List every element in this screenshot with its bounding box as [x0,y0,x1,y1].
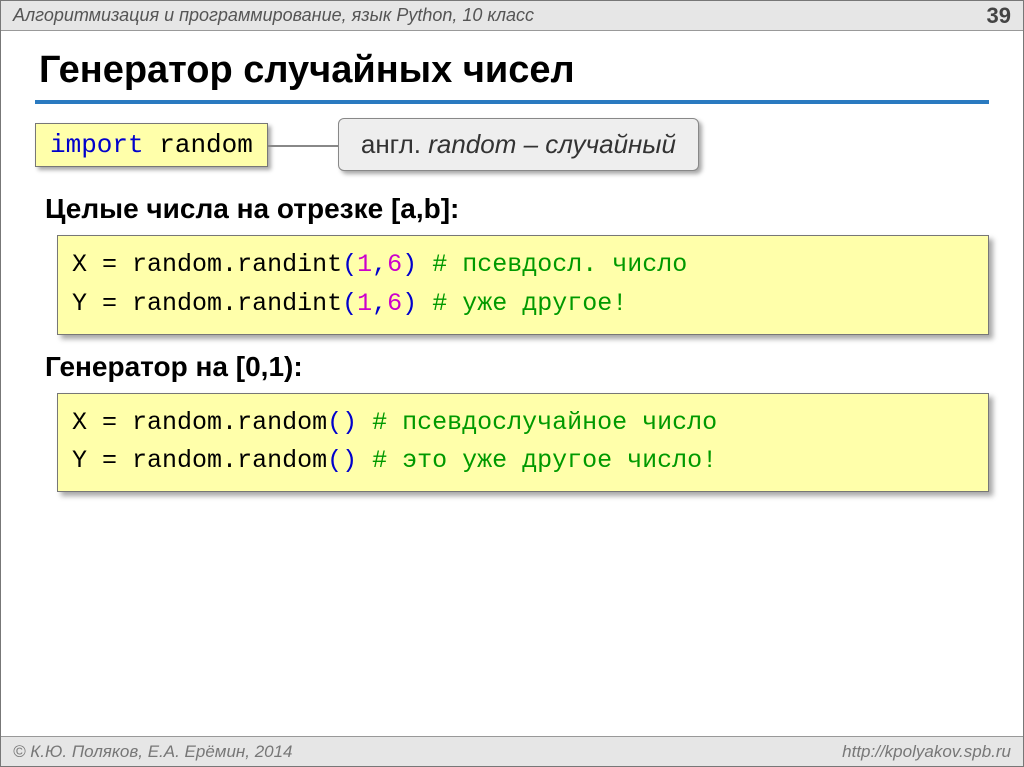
token: Y [72,446,87,475]
page-number: 39 [987,3,1011,29]
token: random [132,250,222,279]
token: . [222,289,237,318]
token: random [132,289,222,318]
token: () [327,446,357,475]
code1-line1: X = random.randint(1,6) # псевдосл. числ… [72,246,974,285]
content: Генератор случайных чисел import random … [1,31,1023,492]
comment: # псевдослучайное число [372,408,717,437]
token: randint [237,289,342,318]
token: () [327,408,357,437]
callout-random: англ. random – случайный [338,118,699,171]
import-code-box: import random [35,123,268,167]
callout-word: random [428,129,516,159]
connector [268,123,338,167]
doc-title: Алгоритмизация и программирование, язык … [13,5,534,26]
footer-left: © К.Ю. Поляков, Е.А. Ерёмин, 2014 [13,742,293,762]
token: 6 [387,289,402,318]
section-1-head: Целые числа на отрезке [a,b]: [45,193,989,225]
code2-line1: X = random.random() # псевдослучайное чи… [72,404,974,443]
token: = [87,446,132,475]
token: X [72,408,87,437]
token: , [372,250,387,279]
token: random [237,446,327,475]
import-row: import random англ. random – случайный [35,118,989,171]
token: Y [72,289,87,318]
slide: Алгоритмизация и программирование, язык … [0,0,1024,767]
token: random [237,408,327,437]
slide-title: Генератор случайных чисел [35,45,989,104]
comment: # псевдосл. число [432,250,687,279]
footer: © К.Ю. Поляков, Е.А. Ерёмин, 2014 http:/… [1,736,1023,766]
token: 6 [387,250,402,279]
comment: # уже другое! [432,289,627,318]
kw-import: import [50,130,144,160]
token: 1 [357,250,372,279]
code1-line2: Y = random.randint(1,6) # уже другое! [72,285,974,324]
token [357,408,372,437]
section-2-head: Генератор на [0,1): [45,351,989,383]
token: , [372,289,387,318]
module-name: random [159,130,253,160]
token: ) [402,289,417,318]
token: . [222,250,237,279]
comment: # это уже другое число! [372,446,717,475]
token: . [222,446,237,475]
token [417,250,432,279]
token: ) [402,250,417,279]
code-block-1: X = random.randint(1,6) # псевдосл. числ… [57,235,989,335]
token: = [87,289,132,318]
token: ( [342,289,357,318]
token: X [72,250,87,279]
token [417,289,432,318]
token: random [132,408,222,437]
footer-right: http://kpolyakov.spb.ru [842,742,1011,762]
code-block-2: X = random.random() # псевдослучайное чи… [57,393,989,493]
token: = [87,408,132,437]
token [357,446,372,475]
callout-prefix: англ. [361,129,428,159]
token: 1 [357,289,372,318]
token: randint [237,250,342,279]
token: = [87,250,132,279]
token: . [222,408,237,437]
code2-line2: Y = random.random() # это уже другое чис… [72,442,974,481]
token: random [132,446,222,475]
callout-suffix: – случайный [516,129,676,159]
token: ( [342,250,357,279]
top-bar: Алгоритмизация и программирование, язык … [1,1,1023,31]
